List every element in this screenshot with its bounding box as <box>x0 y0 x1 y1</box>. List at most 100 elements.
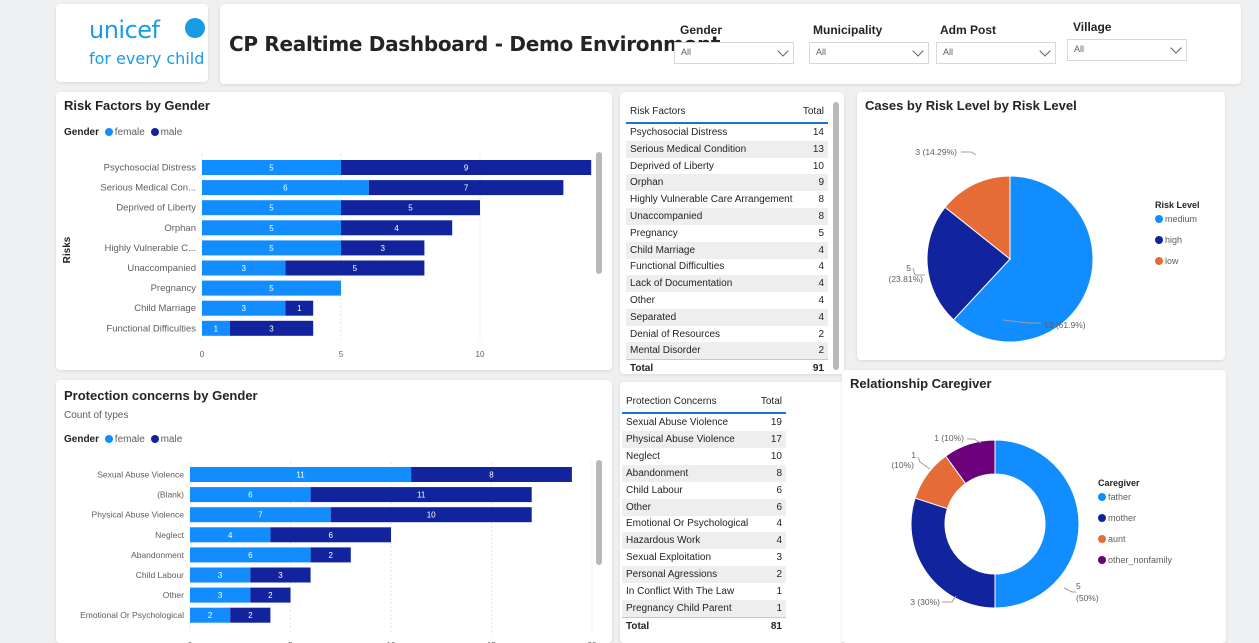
table-row[interactable]: Child Labour 6 <box>622 482 786 499</box>
table-row[interactable]: Orphan 9 <box>626 174 828 192</box>
row-total: 4 <box>818 261 824 273</box>
row-label: Lack of Documentation <box>630 278 733 290</box>
data-label: 5 <box>408 204 413 213</box>
data-label: 2 <box>248 611 253 620</box>
table-row[interactable]: Other 6 <box>622 498 786 516</box>
total-label: Total <box>626 620 650 632</box>
chevron-down-icon[interactable] <box>777 45 789 57</box>
table-row[interactable]: Pregnancy Child Parent 1 <box>622 599 786 617</box>
data-label: 2 <box>328 551 333 560</box>
data-label: 5 <box>269 224 274 233</box>
data-label: 3 <box>241 264 246 273</box>
row-total: 4 <box>818 244 824 256</box>
row-label: Child Marriage <box>630 244 696 256</box>
page-title: CP Realtime Dashboard - Demo Environment <box>229 32 721 56</box>
legend-marker-mother <box>1098 514 1106 522</box>
table-row[interactable]: Denial of Resources 2 <box>626 326 828 343</box>
label-leader-line <box>961 151 977 156</box>
column-header-risk-factors[interactable]: Risk Factors <box>630 106 686 117</box>
adm-post-slicer[interactable]: All <box>936 42 1056 64</box>
column-header-total[interactable]: Total <box>803 106 824 117</box>
table-row[interactable]: Deprived of Liberty 10 <box>626 158 828 175</box>
table-row[interactable]: Emotional Or Psychological 4 <box>622 515 786 532</box>
row-label: Pregnancy <box>630 227 678 239</box>
row-total: 8 <box>776 467 782 479</box>
category-label: Sexual Abuse Violence <box>97 470 184 480</box>
row-total: 8 <box>818 194 824 206</box>
row-label: Unaccompanied <box>630 211 703 222</box>
protection-concerns-table-card: Protection Concerns Total Sexual Abuse V… <box>620 382 844 643</box>
logo-tagline: for every child <box>89 49 205 68</box>
row-total: 1 <box>776 586 782 597</box>
table-row[interactable]: Lack of Documentation 4 <box>626 275 828 293</box>
table-row[interactable]: Mental Disorder 2 <box>626 342 828 360</box>
table-row[interactable]: Physical Abuse Violence 17 <box>622 430 786 448</box>
village-slicer-value: All <box>1074 44 1085 54</box>
table-row[interactable]: Child Marriage 4 <box>626 241 828 259</box>
row-label: Hazardous Work <box>626 535 701 547</box>
row-label: Denial of Resources <box>630 328 721 340</box>
caregiver-donut-chart: Caregiver father mother aunt other_nonfamily… <box>891 433 1173 609</box>
row-label: Psychosocial Distress <box>630 127 728 138</box>
slice-label-mother: 3 (30%) <box>910 597 940 607</box>
data-label: 5 <box>269 164 274 173</box>
chevron-down-icon[interactable] <box>1170 42 1182 54</box>
total-label: Total <box>630 363 654 375</box>
table-row[interactable]: Serious Medical Condition 13 <box>626 140 828 158</box>
data-label: 4 <box>394 224 399 233</box>
slice-label-high-pct: (23.81%) <box>889 274 924 284</box>
data-label: 6 <box>328 531 333 540</box>
table-row[interactable]: Sexual Abuse Violence 19 <box>622 414 786 431</box>
category-label: Deprived of Liberty <box>116 203 196 214</box>
slice-label-low: 3 (14.29%) <box>915 147 957 157</box>
row-label: Sexual Abuse Violence <box>626 417 729 428</box>
category-label: (Blank) <box>157 490 184 500</box>
municipality-slicer-label: Municipality <box>813 23 883 37</box>
table-row[interactable]: In Conflict With The Law 1 <box>622 583 786 600</box>
table-row[interactable]: Highly Vulnerable Care Arrangement 8 <box>626 191 828 208</box>
table-scrollbar[interactable] <box>833 102 839 370</box>
table-row[interactable]: Pregnancy 5 <box>626 225 828 242</box>
table-row[interactable]: Hazardous Work 4 <box>622 532 786 550</box>
x-tick-label: 0 <box>200 350 205 359</box>
table-row[interactable]: Other 4 <box>626 292 828 309</box>
table-row[interactable]: Unaccompanied 8 <box>626 208 828 225</box>
column-header-protection-concerns[interactable]: Protection Concerns <box>626 396 717 407</box>
table-row[interactable]: Personal Agressions 2 <box>622 566 786 584</box>
gender-slicer[interactable]: All <box>674 42 794 64</box>
legend-marker-high <box>1155 236 1163 244</box>
legend-item-high: high <box>1165 235 1182 245</box>
chevron-down-icon[interactable] <box>912 45 924 57</box>
row-label: Separated <box>630 311 677 323</box>
data-label: 3 <box>278 571 283 580</box>
row-total: 13 <box>812 143 824 155</box>
row-total: 14 <box>812 127 824 138</box>
village-slicer[interactable]: All <box>1067 39 1187 61</box>
legend-item-medium: medium <box>1165 214 1197 224</box>
row-total: 3 <box>776 552 782 564</box>
municipality-slicer[interactable]: All <box>809 42 929 64</box>
data-label: 3 <box>218 591 223 600</box>
legend-title: Risk Level <box>1155 200 1200 210</box>
table-row[interactable]: Psychosocial Distress 14 <box>626 124 828 141</box>
table-row[interactable]: Separated 4 <box>626 308 828 326</box>
legend-marker-low <box>1155 257 1163 265</box>
adm-post-slicer-value: All <box>943 47 954 57</box>
row-label: Pregnancy Child Parent <box>626 602 732 614</box>
column-header-total[interactable]: Total <box>761 396 782 407</box>
legend-marker-aunt <box>1098 535 1106 543</box>
data-label: 5 <box>269 244 274 253</box>
table-row[interactable]: Functional Difficulties 4 <box>626 258 828 275</box>
row-label: Deprived of Liberty <box>630 160 714 172</box>
category-label: Serious Medical Con... <box>100 183 196 194</box>
total-value: 81 <box>770 620 782 632</box>
table-row[interactable]: Abandonment 8 <box>622 464 786 482</box>
data-label: 3 <box>218 571 223 580</box>
slice-label-father: 5 <box>1076 581 1081 591</box>
category-label: Psychosocial Distress <box>104 163 197 174</box>
chevron-down-icon[interactable] <box>1039 45 1051 57</box>
row-label: Abandonment <box>626 467 689 479</box>
table-header: Risk Factors Total <box>626 100 828 124</box>
table-row[interactable]: Neglect 10 <box>622 448 786 465</box>
table-row[interactable]: Sexual Exploitation 3 <box>622 549 786 566</box>
